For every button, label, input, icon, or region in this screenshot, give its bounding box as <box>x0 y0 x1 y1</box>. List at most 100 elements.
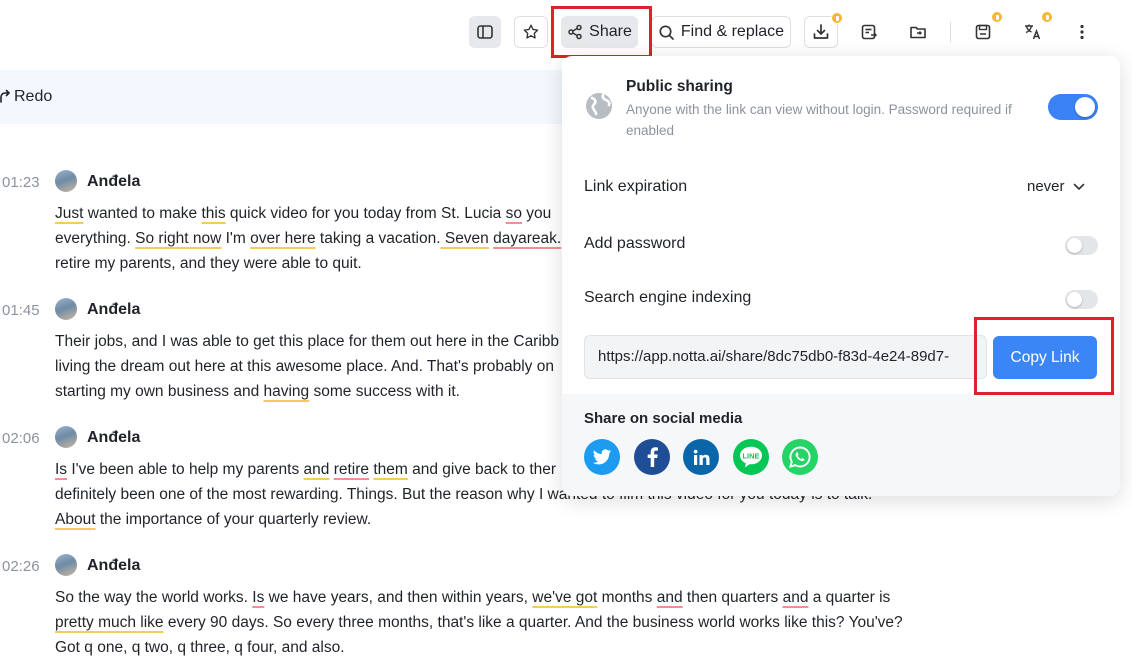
sidebar-toggle-icon <box>477 25 493 39</box>
highlighted-word: having <box>263 383 310 400</box>
transcript-text: taking a vacation. <box>315 230 441 247</box>
download-button[interactable] <box>804 12 843 48</box>
speaker-name[interactable]: Anđela <box>87 173 140 191</box>
premium-badge-icon <box>831 12 843 24</box>
transcript-line: About the importance of your quarterly r… <box>55 507 915 532</box>
transcript-text: every 90 days. So every three months, th… <box>163 614 903 631</box>
avatar <box>55 170 77 192</box>
share-icon <box>568 24 582 40</box>
public-sharing-title: Public sharing <box>626 78 733 95</box>
add-password-toggle[interactable] <box>1065 236 1098 255</box>
share-button-label: Share <box>589 23 632 40</box>
line-icon: LINE <box>740 446 762 468</box>
find-replace-button[interactable]: Find & replace <box>651 16 791 48</box>
public-sharing-description: Anyone with the link can view without lo… <box>626 102 1012 138</box>
share-link-value: https://app.notta.ai/share/8dc75db0-f83d… <box>598 348 950 365</box>
search-icon <box>659 24 674 40</box>
twitter-share-button[interactable] <box>584 439 620 475</box>
transcript-line: Got q one, q two, q three, q four, and a… <box>55 635 915 660</box>
social-share-title: Share on social media <box>584 410 743 427</box>
linkedin-share-button[interactable] <box>683 439 719 475</box>
avatar <box>55 298 77 320</box>
favorite-button[interactable] <box>514 16 548 48</box>
highlighted-word: dayareak. <box>493 230 562 247</box>
link-expiration-select[interactable]: never <box>1027 178 1085 195</box>
segment-text[interactable]: So the way the world works. Is we have y… <box>55 585 915 660</box>
toggle-knob <box>1067 238 1082 253</box>
transcript-text: quick video for you today from St. Lucia <box>225 205 506 222</box>
speaker-name[interactable]: Anđela <box>87 557 140 575</box>
transcript-text: some success with it. <box>309 383 460 400</box>
speaker-name[interactable]: Anđela <box>87 429 140 447</box>
segment-timestamp[interactable]: 01:45 <box>2 302 40 319</box>
facebook-icon <box>647 447 658 467</box>
transcript-text: I'm <box>221 230 251 247</box>
move-to-folder-button[interactable] <box>902 16 934 48</box>
highlighted-word: So right now <box>135 230 222 247</box>
more-vertical-icon <box>1080 24 1084 40</box>
highlighted-word: and <box>656 589 683 606</box>
speaker-name[interactable]: Anđela <box>87 301 140 319</box>
save-button[interactable] <box>967 11 1003 48</box>
sidebar-toggle-button[interactable] <box>469 16 501 48</box>
transcript-text: everything. <box>55 230 136 247</box>
transcript-text: the importance of your quarterly review. <box>95 511 372 528</box>
redo-label: Redo <box>14 88 53 105</box>
highlighted-word: retire <box>333 461 370 478</box>
highlighted-word: and <box>303 461 330 478</box>
public-sharing-toggle[interactable] <box>1048 94 1098 120</box>
chevron-down-icon <box>1073 183 1084 190</box>
share-link-field[interactable]: https://app.notta.ai/share/8dc75db0-f83d… <box>584 335 987 379</box>
highlighted-word: About <box>55 511 96 528</box>
star-icon <box>523 24 539 39</box>
transcript-text: I've been able to help my parents <box>67 461 304 478</box>
redo-icon <box>0 89 10 103</box>
translate-button[interactable] <box>1017 11 1053 48</box>
transcript-text: months <box>597 589 657 606</box>
transcript-text: starting my own business and <box>55 383 264 400</box>
transcript-text: So the way the world works. <box>55 589 253 606</box>
toolbar-divider <box>950 22 951 42</box>
avatar <box>55 426 77 448</box>
more-options-button[interactable] <box>1066 16 1098 48</box>
segment-timestamp[interactable]: 02:26 <box>2 558 40 575</box>
transcript-text: Their jobs, and I was able to get this p… <box>55 333 560 350</box>
edit-history-bar <box>0 70 580 124</box>
twitter-icon <box>592 448 612 464</box>
translate-icon <box>1025 24 1041 40</box>
search-engine-indexing-label: Search engine indexing <box>584 289 752 306</box>
transcript-line: pretty much like every 90 days. So every… <box>55 610 915 635</box>
highlighted-word: this <box>201 205 226 222</box>
link-expiration-label: Link expiration <box>584 178 688 195</box>
search-engine-indexing-toggle[interactable] <box>1065 290 1098 309</box>
highlighted-word: and <box>782 589 809 606</box>
toggle-knob <box>1075 97 1095 117</box>
share-panel: Public sharing Anyone with the link can … <box>562 56 1120 496</box>
facebook-share-button[interactable] <box>634 439 670 475</box>
transcript-text: then quarters <box>682 589 783 606</box>
segment-timestamp[interactable]: 02:06 <box>2 430 40 447</box>
highlighted-word: them <box>373 461 408 478</box>
highlighted-word: Is <box>55 461 68 478</box>
premium-badge-icon <box>1041 11 1053 23</box>
transcript-line: So the way the world works. Is we have y… <box>55 585 915 610</box>
copy-link-button[interactable]: Copy Link <box>993 336 1097 379</box>
highlighted-word: Is <box>252 589 265 606</box>
highlighted-word: over here <box>250 230 316 247</box>
highlighted-word: so <box>505 205 522 222</box>
transcript-text: living the dream out here at this awesom… <box>55 358 554 375</box>
svg-text:LINE: LINE <box>742 451 759 460</box>
share-button[interactable]: Share <box>561 16 638 48</box>
export-button[interactable] <box>853 16 885 48</box>
whatsapp-share-button[interactable] <box>782 439 818 475</box>
transcript-text: and give back to ther <box>407 461 557 478</box>
copy-link-label: Copy Link <box>1010 348 1080 366</box>
toggle-knob <box>1067 292 1082 307</box>
save-icon <box>975 24 991 40</box>
highlighted-word: Seven <box>440 230 489 247</box>
globe-icon <box>586 93 612 119</box>
segment-timestamp[interactable]: 01:23 <box>2 174 40 191</box>
redo-button[interactable]: Redo <box>0 88 52 106</box>
line-share-button[interactable]: LINE <box>733 439 769 475</box>
transcript-text: you <box>521 205 552 222</box>
